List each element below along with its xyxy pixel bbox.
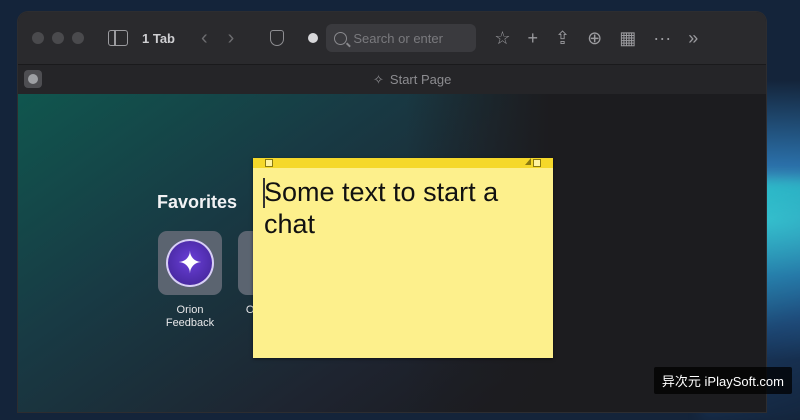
favorite-label-orion-feedback[interactable]: Orion Feedback: [150, 304, 230, 330]
tab-count[interactable]: 1 Tab: [142, 31, 175, 46]
grid-icon[interactable]: ▦: [619, 28, 636, 49]
page-status-dot: [308, 33, 319, 43]
window-controls: [32, 32, 84, 44]
sticky-collapse-icon[interactable]: [525, 158, 531, 165]
favorite-orion-feedback[interactable]: [158, 231, 222, 295]
favorites-heading: Favorites: [157, 192, 238, 212]
sparkle-icon: ✧: [373, 72, 384, 87]
sidebar-icon[interactable]: [108, 30, 128, 46]
sticky-note[interactable]: Some text to start a chat: [253, 158, 553, 358]
orion-logo-icon: [166, 239, 214, 287]
zoom-window-button[interactable]: [72, 32, 84, 44]
share-icon[interactable]: ⇪: [555, 28, 570, 49]
plus-icon[interactable]: +: [527, 28, 538, 49]
shield-icon[interactable]: [270, 30, 285, 46]
minimize-window-button[interactable]: [52, 32, 64, 44]
watermark: 异次元 iPlaySoft.com: [653, 367, 792, 394]
search-icon: [334, 31, 348, 45]
star-icon[interactable]: ☆: [494, 28, 510, 49]
tab-favicon[interactable]: [24, 70, 42, 88]
download-icon[interactable]: ⊕: [587, 28, 602, 49]
chevrons-right-icon[interactable]: »: [688, 28, 698, 49]
toolbar: 1 Tab ‹ › Search or enter ☆ + ⇪ ⊕ ▦ ··· …: [18, 12, 766, 64]
more-icon[interactable]: ···: [653, 28, 671, 49]
address-bar[interactable]: Search or enter: [326, 24, 477, 52]
tab-title: Start Page: [389, 72, 452, 87]
close-window-button[interactable]: [32, 32, 44, 44]
sticky-zoom-button[interactable]: [533, 159, 541, 167]
toolbar-actions: ☆ + ⇪ ⊕ ▦ ··· »: [494, 28, 698, 49]
forward-icon[interactable]: ›: [228, 27, 235, 50]
tab-start-page[interactable]: ✧ Start Page: [373, 72, 451, 88]
tab-bar: ✧ Start Page: [18, 64, 766, 96]
sticky-title-bar[interactable]: [253, 158, 553, 168]
sticky-note-text[interactable]: Some text to start a chat: [264, 176, 549, 240]
back-icon[interactable]: ‹: [201, 27, 208, 50]
sticky-close-button[interactable]: [265, 159, 273, 167]
address-placeholder: Search or enter: [353, 30, 443, 46]
